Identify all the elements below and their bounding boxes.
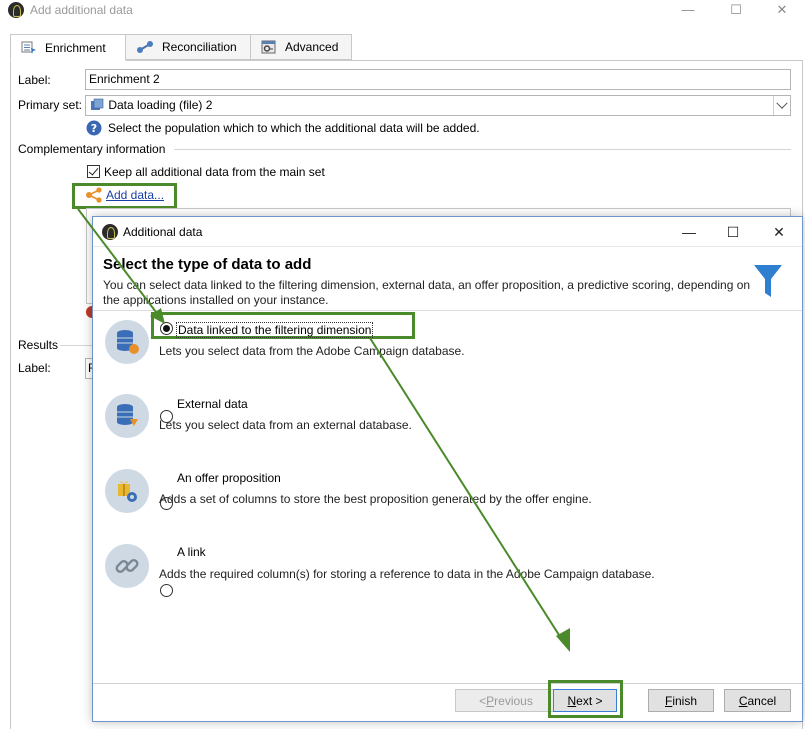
- previous-rest: revious: [494, 693, 533, 708]
- option-external-desc: Lets you select data from an external da…: [159, 418, 412, 432]
- dialog-app-logo-icon: [102, 224, 118, 240]
- primary-set-select[interactable]: Data loading (file) 2: [85, 95, 791, 116]
- primary-set-value: Data loading (file) 2: [108, 98, 213, 112]
- additional-data-dialog: Additional data — ☐ ✕ Select the type of…: [92, 216, 803, 722]
- external-database-icon: [117, 404, 138, 426]
- dialog-titlebar: Additional data — ☐ ✕: [93, 217, 802, 247]
- complementary-heading: Complementary information: [18, 142, 166, 156]
- outer-window-title: Add additional data: [30, 3, 133, 17]
- label-caption: Label:: [18, 73, 51, 87]
- dialog-heading: Select the type of data to add: [103, 256, 312, 273]
- finish-button[interactable]: Finish: [648, 689, 714, 712]
- cancel-button[interactable]: Cancel: [724, 689, 791, 712]
- section-divider: [174, 149, 791, 150]
- cancel-mnemonic: C: [738, 693, 748, 708]
- next-button[interactable]: Next >: [553, 689, 617, 712]
- dialog-title: Additional data: [123, 225, 203, 239]
- option-link-desc: Adds the required column(s) for storing …: [159, 567, 655, 581]
- option-link-icon-wrap: [105, 544, 149, 588]
- option-offer-icon-wrap: [105, 469, 149, 513]
- primary-set-caption: Primary set:: [18, 98, 83, 112]
- keep-all-label: Keep all additional data from the main s…: [104, 165, 325, 179]
- radio-a-link[interactable]: [160, 584, 173, 597]
- option-link-label[interactable]: A link: [177, 545, 206, 559]
- next-mnemonic: N: [567, 693, 577, 708]
- offer-gear-icon: [118, 481, 137, 502]
- radio-data-linked[interactable]: [160, 322, 173, 335]
- data-loading-icon: [91, 98, 104, 110]
- previous-mnemonic: P: [486, 693, 495, 708]
- cancel-rest: ancel: [747, 693, 777, 708]
- funnel-icon: [754, 265, 782, 297]
- add-data-link[interactable]: Add data...: [106, 188, 164, 202]
- keep-all-checkbox[interactable]: [87, 165, 100, 178]
- app-logo-icon: [8, 2, 24, 18]
- next-rest: ext >: [576, 693, 603, 708]
- dialog-description: You can select data linked to the filter…: [103, 278, 751, 307]
- finish-mnemonic: F: [664, 693, 673, 708]
- dialog-close-button[interactable]: ✕: [759, 221, 799, 243]
- help-text: Select the population which to which the…: [108, 121, 480, 135]
- link-icon: [115, 559, 139, 573]
- reconciliation-icon: [137, 41, 153, 53]
- option-offer-desc: Adds a set of columns to store the best …: [159, 492, 592, 506]
- dialog-footer-divider: [93, 683, 802, 684]
- outer-titlebar: Add additional data — ☐ ✕: [0, 0, 805, 22]
- dialog-header-divider: [93, 310, 802, 311]
- outer-minimize-button[interactable]: —: [665, 0, 711, 22]
- tab-reconciliation-label: Reconciliation: [162, 40, 237, 54]
- dialog-maximize-button[interactable]: ☐: [713, 221, 753, 243]
- tab-advanced-label: Advanced: [285, 40, 339, 54]
- results-label-caption: Label:: [18, 361, 51, 375]
- chevron-down-icon[interactable]: [773, 96, 790, 115]
- option-data-linked-desc: Lets you select data from the Adobe Camp…: [159, 344, 465, 358]
- previous-prefix: <: [479, 693, 487, 708]
- tab-enrichment-label: Enrichment: [45, 40, 106, 55]
- finish-rest: inish: [672, 693, 698, 708]
- option-external-label[interactable]: External data: [177, 397, 248, 411]
- option-offer-label[interactable]: An offer proposition: [177, 471, 281, 485]
- option-external-icon-wrap: [105, 394, 149, 438]
- results-divider: [60, 345, 92, 346]
- tab-reconciliation[interactable]: Reconciliation: [125, 34, 251, 60]
- database-orange-icon: [117, 330, 139, 354]
- dialog-minimize-button[interactable]: —: [669, 221, 709, 243]
- advanced-icon: [261, 40, 276, 54]
- outer-maximize-button[interactable]: ☐: [713, 0, 759, 22]
- help-icon: ?: [86, 120, 102, 136]
- option-data-linked-label[interactable]: Data linked to the filtering dimension: [176, 322, 374, 338]
- tab-enrichment[interactable]: Enrichment: [10, 34, 126, 61]
- option-data-linked-icon-wrap: [105, 320, 149, 364]
- enrichment-icon: [21, 41, 36, 54]
- label-input[interactable]: Enrichment 2: [85, 69, 791, 90]
- share-nodes-icon: [86, 187, 102, 203]
- previous-button[interactable]: < Previous: [455, 689, 557, 712]
- tab-advanced[interactable]: Advanced: [250, 34, 352, 60]
- results-heading: Results: [18, 338, 59, 352]
- outer-close-button[interactable]: ✕: [759, 0, 805, 22]
- svg-text:?: ?: [91, 122, 97, 135]
